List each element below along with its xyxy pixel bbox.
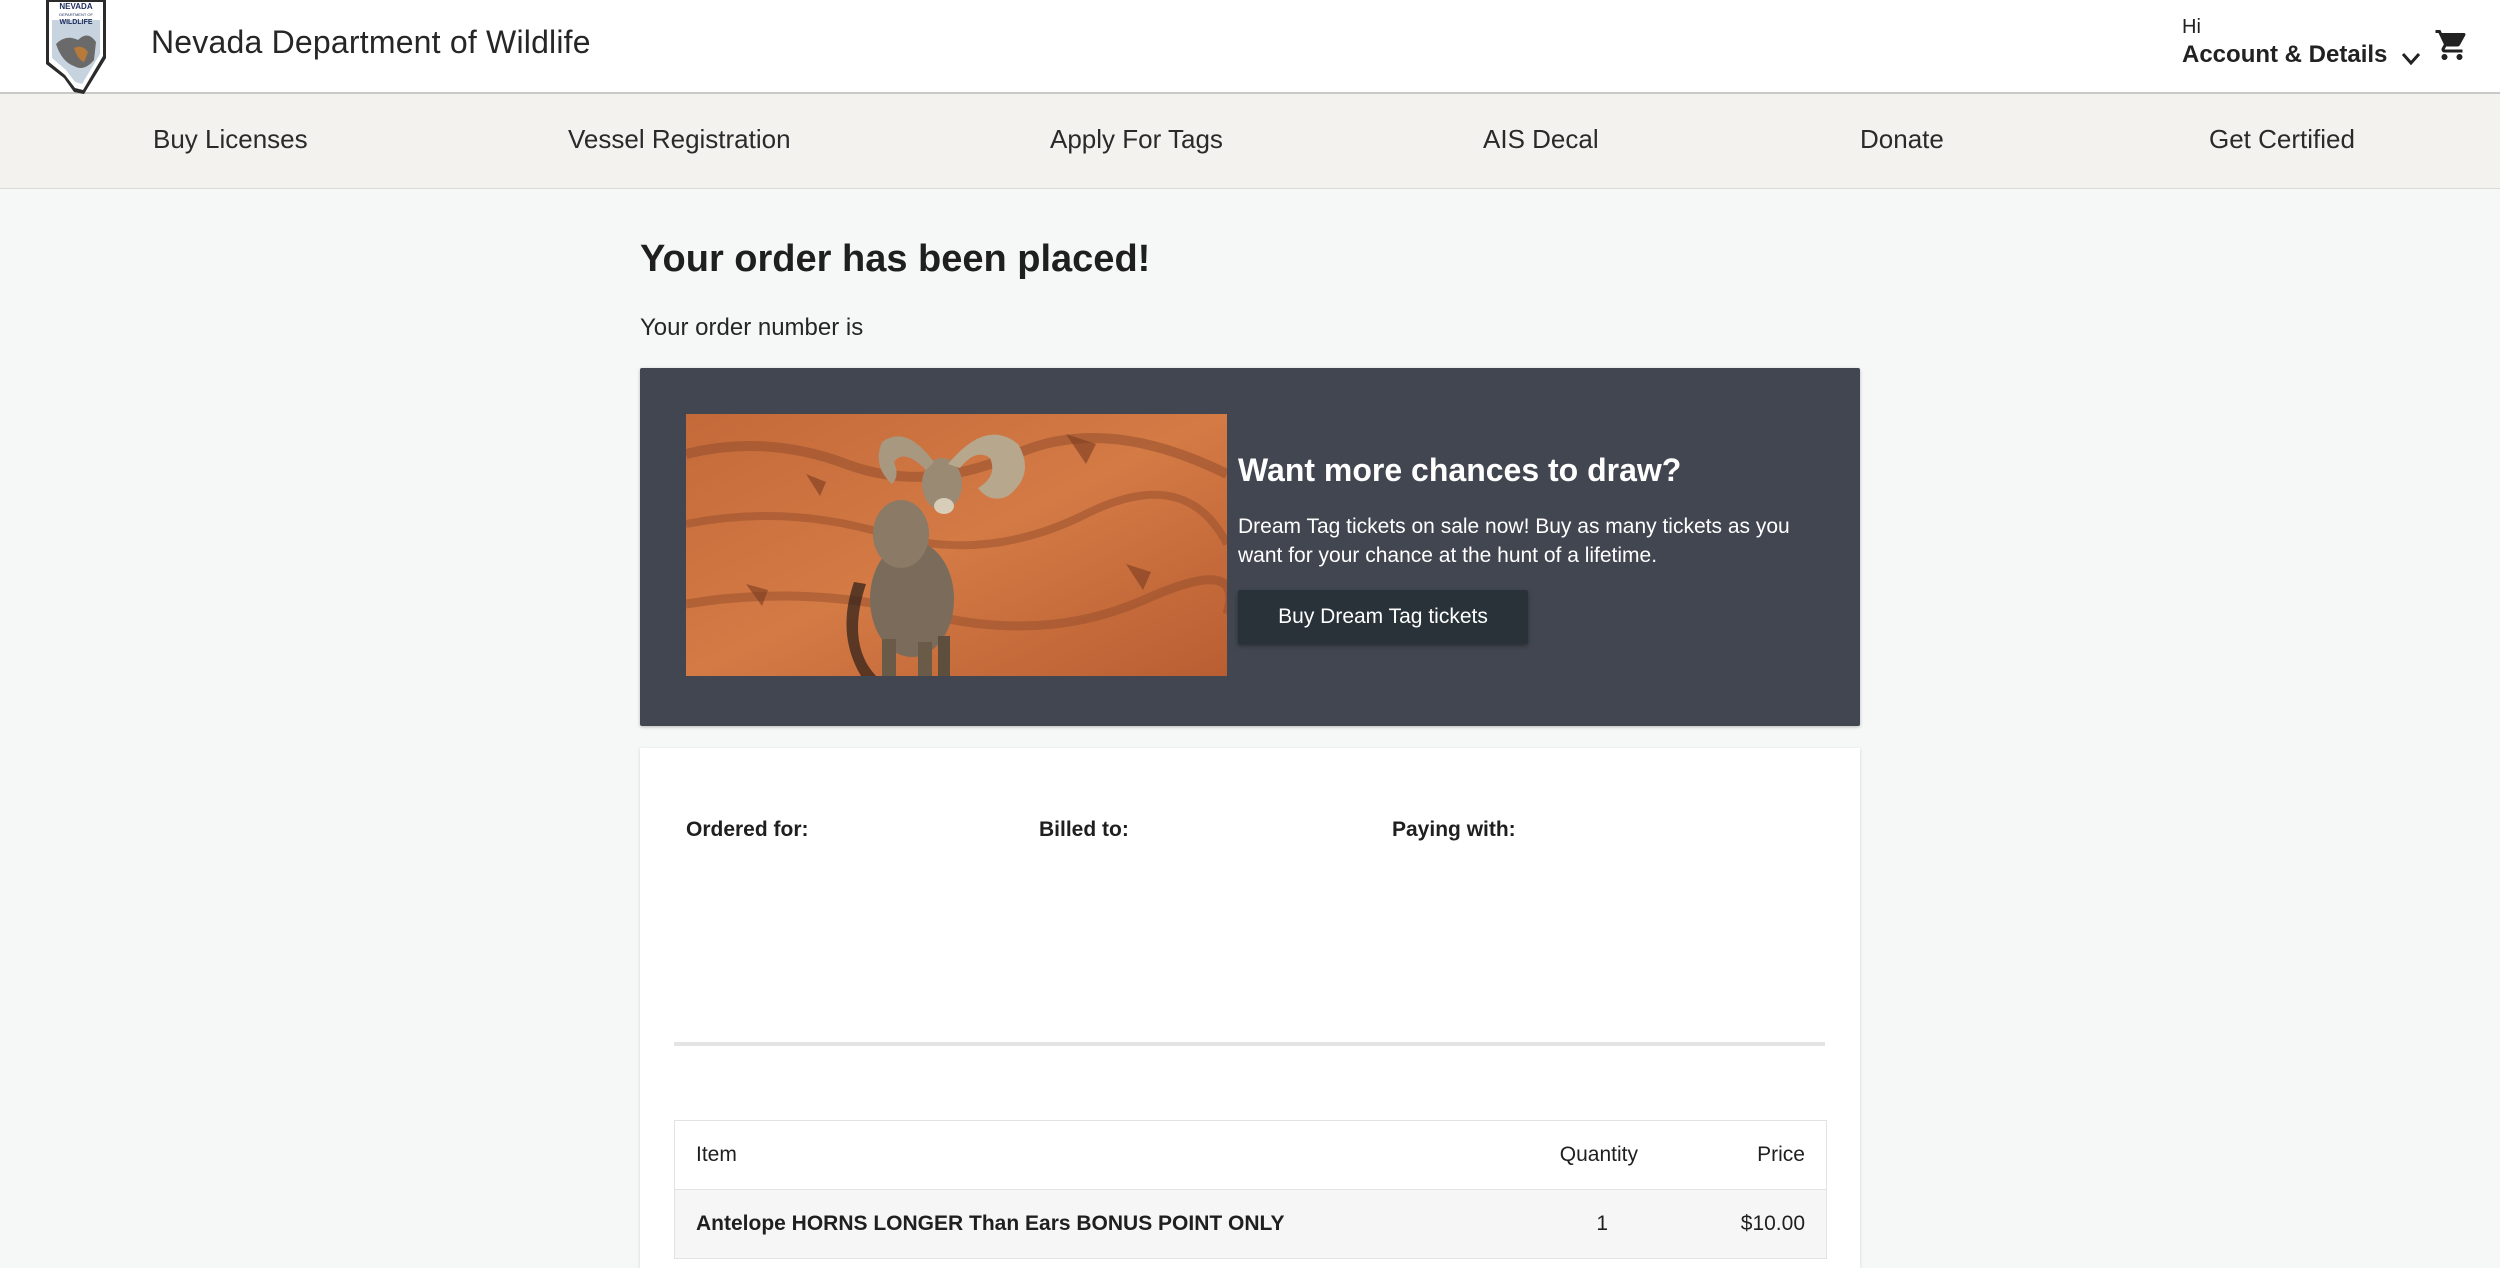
- account-details-label[interactable]: Account & Details: [2182, 41, 2387, 69]
- page-title: Your order has been placed!: [640, 238, 1151, 280]
- nav-buy-licenses[interactable]: Buy Licenses: [153, 124, 308, 155]
- table-row: Antelope HORNS LONGER Than Ears BONUS PO…: [675, 1190, 1826, 1258]
- divider: [674, 1042, 1825, 1046]
- chevron-down-icon[interactable]: [2401, 52, 2421, 66]
- order-items-table: Item Quantity Price Antelope HORNS LONGE…: [674, 1120, 1827, 1259]
- account-greeting: Hi: [2182, 16, 2201, 38]
- svg-text:NEVADA: NEVADA: [59, 2, 92, 11]
- item-price: $10.00: [1740, 1212, 1805, 1235]
- buy-dream-tag-button[interactable]: Buy Dream Tag tickets: [1238, 590, 1528, 644]
- column-header-price: Price: [1757, 1143, 1805, 1166]
- order-number-label: Your order number is: [640, 314, 864, 341]
- account-menu[interactable]: Hi Account & Details: [2182, 15, 2421, 69]
- svg-text:WILDLIFE: WILDLIFE: [59, 19, 92, 26]
- ndow-logo[interactable]: NEVADA DEPARTMENT OF WILDLIFE: [44, 0, 108, 94]
- nav-apply-for-tags[interactable]: Apply For Tags: [1050, 124, 1223, 155]
- item-quantity: 1: [1596, 1212, 1608, 1235]
- site-title[interactable]: Nevada Department of Wildlife: [151, 24, 591, 61]
- nav-ais-decal[interactable]: AIS Decal: [1483, 124, 1599, 155]
- nav-donate[interactable]: Donate: [1860, 124, 1944, 155]
- site-header: NEVADA DEPARTMENT OF WILDLIFE Nevada Dep…: [0, 0, 2500, 94]
- nav-vessel-registration[interactable]: Vessel Registration: [568, 124, 791, 155]
- column-header-item: Item: [696, 1143, 737, 1166]
- ordered-for-label: Ordered for:: [686, 818, 809, 841]
- paying-with-label: Paying with:: [1392, 818, 1516, 841]
- table-header-row: Item Quantity Price: [675, 1121, 1826, 1190]
- promo-title: Want more chances to draw?: [1238, 452, 1682, 488]
- promo-text: Dream Tag tickets on sale now! Buy as ma…: [1238, 515, 1790, 567]
- svg-text:DEPARTMENT OF: DEPARTMENT OF: [59, 12, 93, 17]
- column-header-quantity: Quantity: [1559, 1143, 1638, 1166]
- shopping-cart-icon[interactable]: [2434, 27, 2470, 63]
- bighorn-sheep-photo: [686, 414, 1227, 676]
- order-details-card: Ordered for: Billed to: Paying with: Ite…: [640, 748, 1860, 1268]
- nav-get-certified[interactable]: Get Certified: [2209, 124, 2355, 155]
- billed-to-label: Billed to:: [1039, 818, 1129, 841]
- dream-tag-promo: Want more chances to draw? Dream Tag tic…: [640, 368, 1860, 726]
- item-name: Antelope HORNS LONGER Than Ears BONUS PO…: [696, 1212, 1285, 1235]
- main-nav: Buy Licenses Vessel Registration Apply F…: [0, 94, 2500, 189]
